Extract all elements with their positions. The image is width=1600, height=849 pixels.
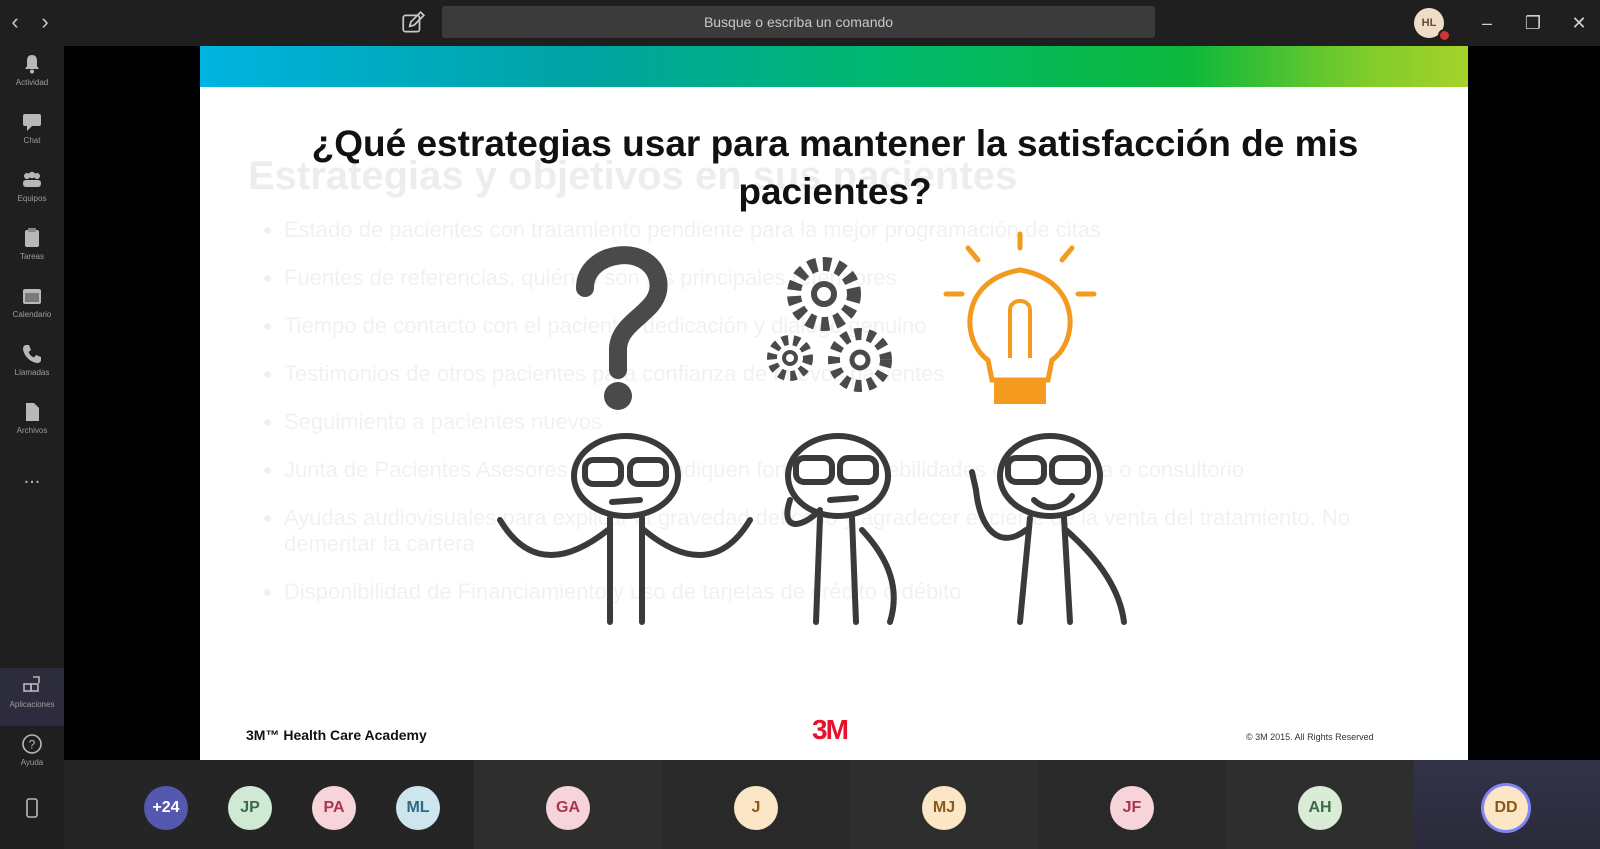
more-icon: ... xyxy=(23,466,41,488)
gears-icon xyxy=(767,257,892,392)
overflow-participants-badge[interactable]: +24 xyxy=(144,786,188,830)
participant-avatar: J xyxy=(734,786,778,830)
avatar-initials: MJ xyxy=(932,799,956,816)
svg-text:?: ? xyxy=(29,738,36,752)
avatar-initials: J xyxy=(751,799,761,816)
rail-item-device[interactable] xyxy=(0,790,64,848)
rail-label: Actividad xyxy=(15,78,49,87)
rail-item-more[interactable]: ... xyxy=(0,452,64,510)
footer-brand: 3M™ Health Care Academy xyxy=(246,727,427,743)
app-rail: Actividad Chat Equipos Tareas Calendario… xyxy=(0,46,64,849)
rail-item-chat[interactable]: Chat xyxy=(0,104,64,162)
rail-label: Archivos xyxy=(16,426,48,435)
slide-gradient-bar xyxy=(200,46,1468,87)
rail-item-help[interactable]: ? Ayuda xyxy=(0,726,64,784)
avatar-initials: ML xyxy=(406,799,430,816)
mobile-device-icon xyxy=(26,798,38,818)
chat-icon xyxy=(23,114,41,131)
participant-tile[interactable]: AH xyxy=(1226,760,1414,849)
calendar-icon xyxy=(23,289,41,304)
slide-title: ¿Qué estrategias usar para mantener la s… xyxy=(311,123,1359,212)
participant-tile[interactable]: JF xyxy=(1038,760,1226,849)
stick-figure-thinking xyxy=(784,433,897,625)
avatar-initials: PA xyxy=(323,799,345,816)
participant-avatar[interactable]: ML xyxy=(396,786,440,830)
phone-icon xyxy=(23,345,41,363)
participant-tile-group: +24 JP PA ML xyxy=(64,760,474,849)
avatar-initials: +24 xyxy=(152,799,180,816)
participant-tile[interactable]: J xyxy=(662,760,850,849)
bell-icon xyxy=(25,55,39,74)
participant-tile[interactable]: GA xyxy=(474,760,662,849)
forward-arrow-icon[interactable]: › xyxy=(34,8,56,36)
rail-label: Ayuda xyxy=(20,758,44,767)
rail-item-tasks[interactable]: Tareas xyxy=(0,220,64,278)
title-bar: ‹ › Busque o escriba un comando HL – ❐ ✕ xyxy=(0,0,1600,46)
help-icon: ? xyxy=(22,734,42,754)
avatar-initials: GA xyxy=(556,799,580,816)
participant-tile-self[interactable]: DD xyxy=(1414,760,1600,849)
stick-figure-confused xyxy=(497,433,753,625)
participant-avatar[interactable]: JP xyxy=(228,786,272,830)
avatar-initials: DD xyxy=(1494,799,1518,816)
avatar-initials: AH xyxy=(1308,799,1332,816)
question-mark-icon xyxy=(576,246,668,410)
rail-label: Llamadas xyxy=(14,368,50,377)
rail-item-activity[interactable]: Actividad xyxy=(0,46,64,104)
presence-indicator xyxy=(1438,29,1451,42)
rail-label: Calendario xyxy=(12,310,52,319)
rail-item-apps[interactable]: Aplicaciones xyxy=(0,668,64,726)
stick-figure-idea xyxy=(969,433,1127,625)
participants-strip: +24 JP PA ML GA J MJ JF AH DD xyxy=(64,760,1600,849)
rail-label: Aplicaciones xyxy=(9,700,55,709)
participant-avatar[interactable]: PA xyxy=(312,786,356,830)
participant-avatar: DD xyxy=(1484,786,1528,830)
light-bulb-icon xyxy=(943,231,1097,404)
participant-avatar: GA xyxy=(546,786,590,830)
avatar-initials: JP xyxy=(240,799,260,816)
rail-item-files[interactable]: Archivos xyxy=(0,394,64,452)
new-chat-icon[interactable] xyxy=(400,10,426,36)
apps-icon xyxy=(23,676,40,692)
copyright-text: © 3M 2015. All Rights Reserved xyxy=(1246,732,1374,742)
rail-item-calendar[interactable]: Calendario xyxy=(0,278,64,336)
rail-label: Equipos xyxy=(17,194,47,203)
thinking-figures-illustration xyxy=(497,231,1127,625)
rail-item-teams[interactable]: Equipos xyxy=(0,162,64,220)
search-input[interactable]: Busque o escriba un comando xyxy=(442,6,1155,38)
rail-label: Chat xyxy=(23,136,41,145)
participant-tile[interactable]: MJ xyxy=(850,760,1038,849)
3m-logo: 3M xyxy=(812,714,849,745)
teams-icon xyxy=(23,171,41,187)
avatar-initials: JF xyxy=(1122,799,1142,816)
minimize-icon[interactable]: – xyxy=(1472,8,1502,38)
back-arrow-icon[interactable]: ‹ xyxy=(4,8,26,36)
tasks-icon xyxy=(25,228,39,247)
rail-item-calls[interactable]: Llamadas xyxy=(0,336,64,394)
participant-avatar: MJ xyxy=(922,786,966,830)
participant-avatar: JF xyxy=(1110,786,1154,830)
restore-icon[interactable]: ❐ xyxy=(1518,8,1548,38)
participant-avatar: AH xyxy=(1298,786,1342,830)
files-icon xyxy=(26,403,39,421)
rail-label: Tareas xyxy=(19,252,44,261)
close-icon[interactable]: ✕ xyxy=(1564,8,1594,38)
shared-slide: Estrategias y objetivos en sus pacientes… xyxy=(200,46,1468,760)
